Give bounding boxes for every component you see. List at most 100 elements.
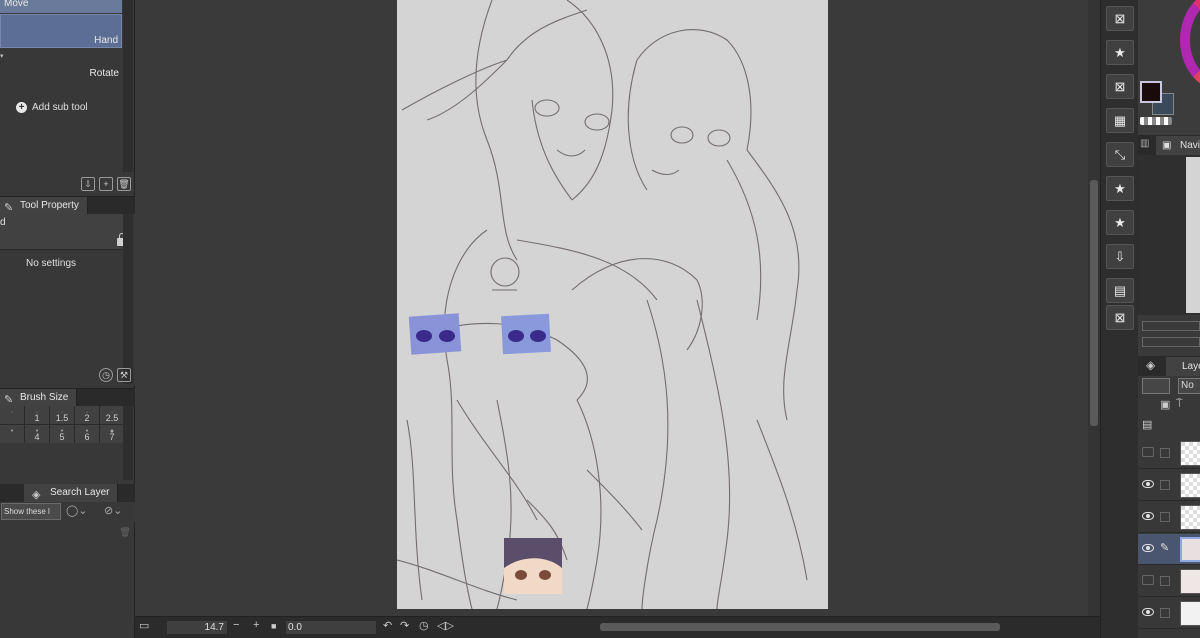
zoom-in-icon[interactable]: + [253, 619, 259, 631]
canvas-horizontal-scrollbar[interactable] [600, 623, 1000, 631]
subtool-rotate[interactable]: ▾ Rotate [0, 52, 122, 80]
layer-fill-icon[interactable]: ▦ [1106, 108, 1134, 133]
tool-property-body: d No settings [0, 214, 135, 386]
blend-mode-select[interactable]: No [1178, 378, 1200, 394]
tab-brush-size[interactable]: ✎ Brush Size [0, 389, 78, 407]
flip-horizontal-icon[interactable]: ◁▷ [437, 619, 454, 632]
tab-brush-size-label: Brush Size [20, 392, 69, 403]
subtool-hand[interactable]: Hand [0, 14, 122, 48]
layer-row[interactable] [1138, 566, 1200, 597]
rotate-slider[interactable] [1142, 337, 1200, 347]
add-subtool-button[interactable]: + Add sub tool [16, 102, 88, 113]
stack-icon[interactable]: ▤ [1106, 278, 1134, 303]
brush-size-cell[interactable]: ● 7 [100, 425, 124, 443]
lock-transparency-icon[interactable]: ▣ [1160, 398, 1170, 411]
tab-navigator[interactable]: ▣ Navi [1156, 136, 1200, 155]
wrench-settings-icon[interactable]: ⚒ [117, 368, 131, 382]
clip-icon[interactable]: ⍑ [1176, 398, 1183, 411]
brush-size-cell[interactable]: · 2.5 [100, 406, 124, 424]
zoom-slider[interactable] [1142, 321, 1200, 331]
zoom-slider-icon[interactable]: ▭ [139, 619, 149, 632]
layer-checkbox[interactable] [1160, 576, 1170, 586]
layer-filter-select[interactable]: Show these l [1, 503, 61, 520]
tab-tool-property-label: Tool Property [20, 200, 79, 211]
eye-icon[interactable] [1142, 544, 1154, 552]
clear-icon[interactable]: ⊠ [1106, 74, 1134, 99]
clear-icon[interactable]: ⊠ [1106, 305, 1134, 330]
brush-size-cell[interactable]: • [0, 425, 24, 443]
rotate-left-icon[interactable]: ↶ [383, 619, 392, 632]
canvas-area[interactable] [135, 0, 1100, 616]
trash-icon[interactable]: 🗑 [117, 177, 131, 191]
reset-rotation-icon[interactable]: ◷ [419, 619, 429, 632]
layer-checkbox[interactable] [1160, 512, 1170, 522]
layer-checkbox[interactable] [1160, 480, 1170, 490]
layer-checkbox[interactable] [1160, 448, 1170, 458]
layer-thumbnail [1180, 537, 1200, 562]
pen-icon: ✎ [1160, 542, 1170, 554]
trash-disabled-icon: 🗑 [119, 527, 131, 537]
color-wheel-panel [1138, 0, 1200, 135]
tab-tool-property[interactable]: ✎ Tool Property [0, 197, 88, 215]
star-icon[interactable]: ★ [1106, 176, 1134, 201]
main-color-swatch[interactable] [1140, 81, 1162, 103]
layer-checkbox[interactable] [1160, 608, 1170, 618]
rotate-right-icon[interactable]: ↷ [400, 619, 409, 632]
drawing-canvas[interactable] [397, 0, 828, 609]
layer-row[interactable] [1138, 502, 1200, 533]
subtool-move[interactable]: Move [0, 0, 122, 13]
visibility-off-icon[interactable] [1142, 447, 1154, 457]
subtool-hand-label: Hand [94, 35, 118, 46]
layer-thumbnail [1180, 473, 1200, 498]
subtool-actions: ⇩ + 🗑 [81, 177, 131, 191]
star-icon[interactable]: ★ [1106, 40, 1134, 65]
brush-size-cell[interactable]: · 1 [25, 406, 49, 424]
layer-color-select[interactable] [1142, 378, 1170, 394]
rotation-angle-field[interactable]: 0.0 [286, 621, 376, 634]
layer-row[interactable] [1138, 598, 1200, 629]
filter-options-icon[interactable]: ◯⌄ [66, 504, 88, 517]
transform-icon[interactable]: ⤡ [1106, 142, 1134, 167]
tool-property-scrollbar[interactable] [123, 214, 133, 384]
tab-search-layer[interactable]: ◈ Search Layer [24, 484, 119, 502]
eye-icon[interactable] [1142, 512, 1154, 520]
brush-size-cell[interactable]: · [0, 406, 24, 424]
visibility-off-icon[interactable] [1142, 575, 1154, 585]
brush-size-cell[interactable]: • 6 [75, 425, 99, 443]
filter-clear-icon[interactable]: ⊘⌄ [104, 504, 122, 517]
panel-menu-icon[interactable]: ▥ [1140, 138, 1149, 149]
brush-size-cell[interactable]: · 1.5 [50, 406, 74, 424]
add-subtool-label: Add sub tool [32, 102, 88, 113]
tab-search-layer-label: Search Layer [50, 487, 110, 498]
canvas-vscroll-thumb[interactable] [1090, 180, 1098, 426]
import-icon[interactable]: ⇩ [81, 177, 95, 191]
clock-icon[interactable]: ◷ [99, 368, 113, 382]
tab-navigator-label: Navi [1180, 140, 1200, 151]
duplicate-icon[interactable]: + [99, 177, 113, 191]
tab-layer[interactable]: Laye [1166, 357, 1200, 376]
eye-icon[interactable] [1142, 608, 1154, 616]
fit-icon[interactable]: ■ [271, 621, 276, 631]
canvas-vertical-scrollbar[interactable] [1088, 0, 1100, 616]
zoom-field[interactable]: 14.7 [167, 621, 227, 634]
layer-property-icon[interactable]: ▤ [1142, 418, 1152, 431]
subtool-scrollbar[interactable] [123, 0, 133, 172]
layer-row[interactable] [1138, 438, 1200, 469]
star-icon[interactable]: ★ [1106, 210, 1134, 235]
navigator-preview[interactable] [1138, 155, 1200, 315]
brush-size-cell[interactable]: · 2 [75, 406, 99, 424]
clear-icon[interactable]: ⊠ [1106, 6, 1134, 31]
brush-size-grid: · · 1 · 1.5 · 2 · 2.5 • • 4 • 5 • 6 ● 7 [0, 406, 124, 443]
brush-size-cell[interactable]: • 5 [50, 425, 74, 443]
export-icon[interactable]: ⇩ [1106, 244, 1134, 269]
layer-row[interactable] [1138, 470, 1200, 501]
zoom-out-icon[interactable]: − [233, 619, 239, 631]
brush-size-cell[interactable]: • 4 [25, 425, 49, 443]
color-wheel[interactable] [1180, 0, 1200, 90]
brush-size-scrollbar[interactable] [123, 406, 133, 480]
eye-icon[interactable] [1142, 480, 1154, 488]
layer-thumbnail [1180, 505, 1200, 530]
transparent-color-swatch[interactable] [1140, 117, 1172, 125]
brush-size-header: ✎ Brush Size [0, 388, 135, 407]
layer-row-active[interactable]: ✎ [1138, 534, 1200, 565]
